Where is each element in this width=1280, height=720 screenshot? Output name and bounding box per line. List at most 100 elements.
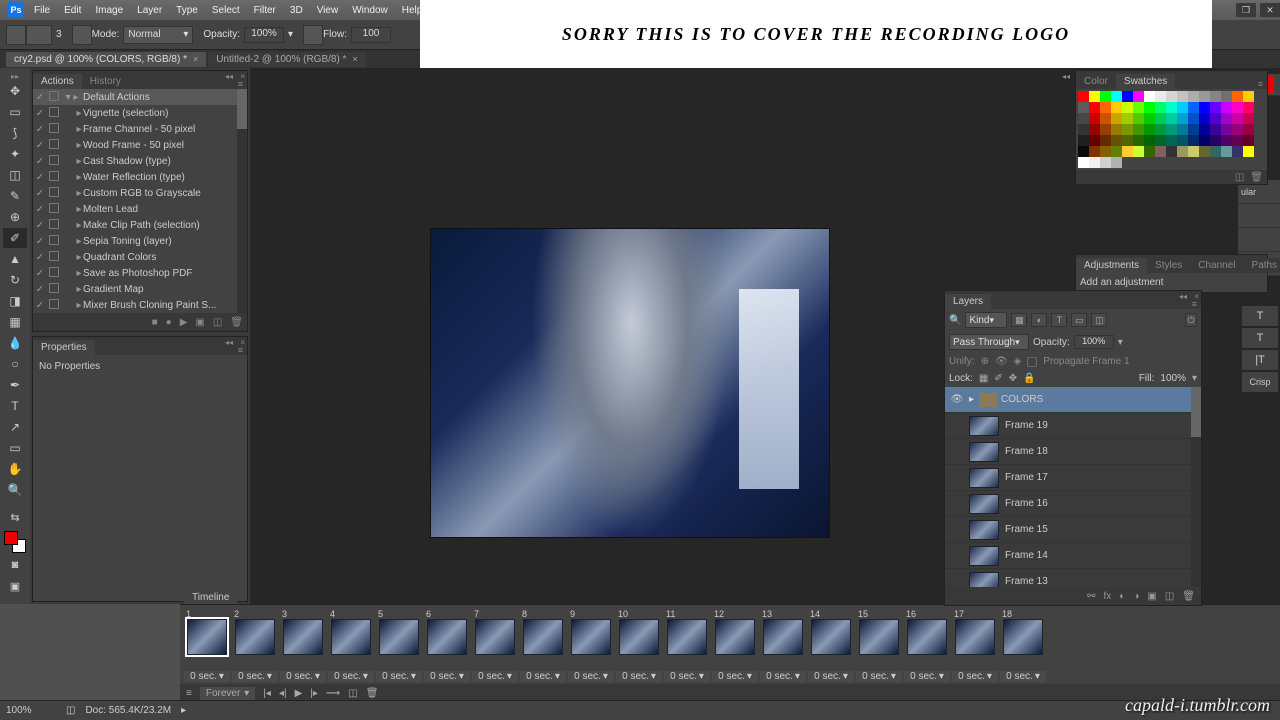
swatch[interactable] — [1177, 124, 1188, 135]
marquee-tool[interactable]: ▭ — [3, 102, 27, 122]
wand-tool[interactable]: ✦ — [3, 144, 27, 164]
swatch[interactable] — [1144, 124, 1155, 135]
scrollbar-thumb[interactable] — [237, 89, 247, 129]
timeline-frame[interactable]: 9 — [568, 609, 614, 671]
swatch[interactable] — [1100, 91, 1111, 102]
group-icon[interactable]: ▣ — [1147, 591, 1156, 602]
foreground-color-swatch[interactable] — [4, 531, 18, 545]
swatch[interactable] — [1166, 146, 1177, 157]
swatch[interactable] — [1078, 135, 1089, 146]
swatch[interactable] — [1111, 113, 1122, 124]
blur-tool[interactable]: 💧 — [3, 333, 27, 353]
adjustment-icon[interactable]: ◑ — [1133, 591, 1139, 602]
swatch[interactable] — [1210, 146, 1221, 157]
unify-style-icon[interactable]: ◈ — [1014, 356, 1022, 367]
layer-item[interactable]: Frame 19 — [945, 413, 1201, 439]
swatch[interactable] — [1243, 102, 1254, 113]
opacity-dropdown-icon[interactable]: ▾ — [288, 29, 293, 40]
swatch[interactable] — [1078, 102, 1089, 113]
swatch[interactable] — [1221, 91, 1232, 102]
path-tool[interactable]: ↗ — [3, 417, 27, 437]
swatch[interactable] — [1221, 102, 1232, 113]
timeline-frame[interactable]: 7 — [472, 609, 518, 671]
zoom-tool[interactable]: 🔍 — [3, 480, 27, 500]
swatch[interactable] — [1089, 157, 1100, 168]
swatch[interactable] — [1122, 102, 1133, 113]
crop-tool[interactable]: ◫ — [3, 165, 27, 185]
first-frame-icon[interactable]: |◂ — [263, 688, 271, 699]
color-picker[interactable] — [4, 531, 26, 553]
swatch[interactable] — [1188, 91, 1199, 102]
swatch[interactable] — [1100, 124, 1111, 135]
menu-edit[interactable]: Edit — [64, 5, 81, 16]
swatch[interactable] — [1144, 91, 1155, 102]
frame-delay[interactable]: 0 sec.▾ — [232, 671, 278, 682]
tween-icon[interactable]: ⟿ — [326, 688, 340, 699]
visibility-icon[interactable]: 👁 — [945, 394, 969, 405]
filter-kind-select[interactable]: Kind ▾ — [965, 312, 1007, 328]
swatch[interactable] — [1144, 113, 1155, 124]
new-layer-icon[interactable]: ◫ — [1165, 591, 1174, 602]
swatch[interactable] — [1111, 146, 1122, 157]
tab-paths[interactable]: Paths — [1244, 258, 1280, 273]
frame-delay[interactable]: 0 sec.▾ — [1000, 671, 1046, 682]
frame-delay[interactable]: 0 sec.▾ — [568, 671, 614, 682]
swatch[interactable] — [1199, 135, 1210, 146]
menu-file[interactable]: File — [34, 5, 50, 16]
swatch[interactable] — [1188, 102, 1199, 113]
swatch[interactable] — [1210, 91, 1221, 102]
swatch[interactable] — [1210, 124, 1221, 135]
swatch[interactable] — [1221, 124, 1232, 135]
menu-window[interactable]: Window — [352, 5, 388, 16]
timeline-frame[interactable]: 14 — [808, 609, 854, 671]
swatch[interactable] — [1177, 102, 1188, 113]
tab-properties[interactable]: Properties — [33, 340, 95, 355]
swatch[interactable] — [1210, 102, 1221, 113]
swatch[interactable] — [1122, 113, 1133, 124]
action-item[interactable]: ✓▸Make Clip Path (selection) — [33, 217, 247, 233]
swatch[interactable] — [1232, 102, 1243, 113]
tab-color[interactable]: Color — [1076, 74, 1116, 89]
close-icon[interactable]: × — [352, 54, 357, 64]
window-close-icon[interactable]: ✕ — [1260, 3, 1280, 17]
swatch[interactable] — [1111, 91, 1122, 102]
timeline-frame[interactable]: 10 — [616, 609, 662, 671]
zoom-level[interactable]: 100% — [6, 705, 56, 716]
action-item[interactable]: ✓▸Quadrant Colors — [33, 249, 247, 265]
action-item[interactable]: ✓▸Vignette (selection) — [33, 105, 247, 121]
timeline-frame[interactable]: 15 — [856, 609, 902, 671]
swatch[interactable] — [1089, 124, 1100, 135]
blend-mode-select[interactable]: Pass Through ▾ — [949, 334, 1029, 350]
convert-icon[interactable]: ≡ — [186, 688, 192, 699]
stamp-tool[interactable]: ▲ — [3, 249, 27, 269]
search-icon[interactable]: 🔍 — [949, 315, 961, 326]
swap-colors-icon[interactable]: ⇆ — [3, 508, 27, 526]
frame-delay[interactable]: 0 sec.▾ — [808, 671, 854, 682]
swatch[interactable] — [1166, 102, 1177, 113]
frame-delay[interactable]: 0 sec.▾ — [952, 671, 998, 682]
swatch[interactable] — [1155, 135, 1166, 146]
loop-select[interactable]: Forever▾ — [200, 687, 255, 700]
frame-delay[interactable]: 0 sec.▾ — [856, 671, 902, 682]
menu-select[interactable]: Select — [212, 5, 240, 16]
opacity-input[interactable]: 100% — [244, 27, 284, 43]
healing-tool[interactable]: ⊕ — [3, 207, 27, 227]
tab-timeline[interactable]: Timeline — [184, 591, 237, 604]
timeline-frame[interactable]: 11 — [664, 609, 710, 671]
swatch[interactable] — [1078, 124, 1089, 135]
trash-icon[interactable]: 🗑 — [230, 317, 243, 328]
swatch[interactable] — [1188, 146, 1199, 157]
timeline-frame[interactable]: 1 — [184, 609, 230, 671]
fill-input[interactable]: 100% — [1160, 373, 1186, 384]
play-icon[interactable]: ▶ — [295, 688, 303, 699]
timeline-frame[interactable]: 4 — [328, 609, 374, 671]
layer-item[interactable]: Frame 13 — [945, 569, 1201, 587]
swatch[interactable] — [1078, 146, 1089, 157]
layer-item[interactable]: Frame 15 — [945, 517, 1201, 543]
lasso-tool[interactable]: ⟆ — [3, 123, 27, 143]
type-tool-icon[interactable]: T — [1242, 328, 1278, 348]
new-swatch-icon[interactable]: ◫ — [1235, 172, 1244, 183]
swatch[interactable] — [1078, 91, 1089, 102]
action-item[interactable]: ✓▸Wood Frame - 50 pixel — [33, 137, 247, 153]
action-item[interactable]: ✓▸Mixer Brush Cloning Paint S... — [33, 297, 247, 313]
